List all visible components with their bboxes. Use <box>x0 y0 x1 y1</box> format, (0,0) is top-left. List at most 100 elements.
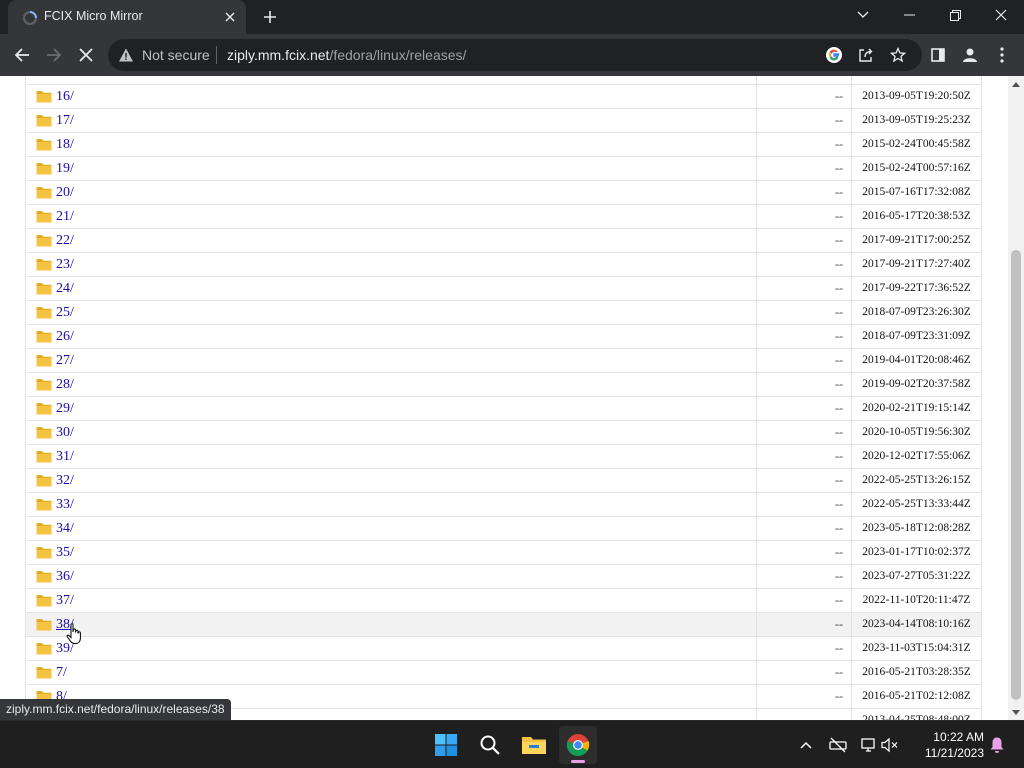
folder-icon <box>36 619 52 631</box>
name-cell: 39/ <box>25 636 757 661</box>
profile-icon[interactable] <box>956 41 984 69</box>
directory-link[interactable]: 33/ <box>56 497 74 512</box>
warning-icon[interactable] <box>118 47 134 63</box>
directory-link[interactable]: 31/ <box>56 449 74 464</box>
table-row: 30/ -- 2020-10-05T19:56:30Z <box>25 420 982 445</box>
table-row: 25/ -- 2018-07-09T23:26:30Z <box>25 300 982 325</box>
google-icon[interactable] <box>824 45 844 65</box>
folder-icon <box>36 187 52 199</box>
directory-link[interactable]: 29/ <box>56 401 74 416</box>
directory-link[interactable]: 16/ <box>56 89 74 104</box>
directory-link[interactable]: 26/ <box>56 329 74 344</box>
size-cell: -- <box>756 132 852 157</box>
omnibox-separator <box>216 46 217 64</box>
directory-link[interactable]: 7/ <box>56 665 67 680</box>
folder-icon <box>36 475 52 487</box>
directory-listing-body: 16/-- 2013-09-05T19:20:50Z 17/-- 2013-09-05… <box>25 76 982 720</box>
date-cell: 2023-07-27T05:31:22Z <box>851 564 982 589</box>
back-button[interactable] <box>8 41 36 69</box>
directory-link[interactable]: 34/ <box>56 521 74 536</box>
directory-link[interactable]: 19/ <box>56 161 74 176</box>
directory-link[interactable]: 23/ <box>56 257 74 272</box>
directory-link[interactable]: 21/ <box>56 209 74 224</box>
security-label[interactable]: Not secure <box>142 47 210 63</box>
name-cell: 23/ <box>25 252 757 277</box>
directory-link[interactable]: 30/ <box>56 425 74 440</box>
folder-icon <box>36 91 52 103</box>
tab-close-icon[interactable] <box>220 7 240 27</box>
size-cell: -- <box>756 204 852 229</box>
directory-link[interactable]: 20/ <box>56 185 74 200</box>
search-icon[interactable] <box>471 726 509 764</box>
speaker-muted-icon[interactable] <box>880 735 900 755</box>
stop-loading-button[interactable] <box>72 41 100 69</box>
directory-link[interactable]: 25/ <box>56 305 74 320</box>
tab-active[interactable]: FCIX Micro Mirror <box>8 0 246 34</box>
chevron-up-icon[interactable] <box>796 735 816 755</box>
table-row: 34/ -- 2023-05-18T12:08:28Z <box>25 516 982 541</box>
table-row: 32/ -- 2022-05-25T13:26:15Z <box>25 468 982 493</box>
directory-link[interactable]: 24/ <box>56 281 74 296</box>
close-window-button[interactable] <box>978 0 1024 30</box>
table-row: 24/ -- 2017-09-22T17:36:52Z <box>25 276 982 301</box>
directory-link[interactable]: 35/ <box>56 545 74 560</box>
date-cell: 2019-04-01T20:08:46Z <box>851 348 982 373</box>
size-cell: -- <box>756 708 852 720</box>
address-bar[interactable]: Not secure ziply.mm.fcix.net/fedora/linu… <box>108 39 922 71</box>
directory-link[interactable]: 28/ <box>56 377 74 392</box>
side-panel-icon[interactable] <box>924 41 952 69</box>
folder-icon <box>36 331 52 343</box>
share-icon[interactable] <box>856 45 876 65</box>
notification-bell-icon[interactable] <box>987 735 1007 755</box>
file-explorer-icon[interactable] <box>515 726 553 764</box>
new-tab-button[interactable] <box>258 6 282 28</box>
clock-date: 11/21/2023 <box>924 746 984 760</box>
date-cell: 2023-04-14T08:10:16Z <box>851 612 982 637</box>
folder-icon <box>36 595 52 607</box>
menu-kebab-icon[interactable] <box>988 41 1016 69</box>
directory-link[interactable]: 18/ <box>56 137 74 152</box>
url-text[interactable]: ziply.mm.fcix.net/fedora/linux/releases/ <box>227 47 466 63</box>
size-cell: -- <box>756 108 852 133</box>
directory-link[interactable]: 22/ <box>56 233 74 248</box>
restore-button[interactable] <box>932 0 978 30</box>
tab-search-chevron-icon[interactable] <box>840 0 886 30</box>
page-scrollbar[interactable] <box>1008 76 1024 720</box>
folder-icon <box>36 523 52 535</box>
offline-drive-icon[interactable] <box>828 735 848 755</box>
table-row: 18/ -- 2015-02-24T00:45:58Z <box>25 132 982 157</box>
size-cell: -- <box>756 420 852 445</box>
name-cell: 22/ <box>25 228 757 253</box>
directory-link[interactable]: 27/ <box>56 353 74 368</box>
size-cell: -- <box>756 612 852 637</box>
name-cell: 25/ <box>25 300 757 325</box>
date-cell: 2023-01-17T10:02:37Z <box>851 540 982 565</box>
name-cell: 35/ <box>25 540 757 565</box>
scroll-up-arrow-icon[interactable] <box>1008 76 1024 92</box>
mouse-pointer-hand-icon <box>66 623 81 644</box>
scrollbar-thumb[interactable] <box>1011 250 1021 700</box>
directory-link[interactable]: 37/ <box>56 593 74 608</box>
folder-icon <box>36 499 52 511</box>
url-path: /fedora/linux/releases/ <box>329 47 467 63</box>
table-row: 21/ -- 2016-05-17T20:38:53Z <box>25 204 982 229</box>
minimize-button[interactable] <box>886 0 932 30</box>
name-cell: 7/ <box>25 660 757 685</box>
table-row: 29/ -- 2020-02-21T19:15:14Z <box>25 396 982 421</box>
table-row: 22/ -- 2017-09-21T17:00:25Z <box>25 228 982 253</box>
folder-icon <box>36 403 52 415</box>
size-cell: -- <box>756 228 852 253</box>
directory-link[interactable]: 36/ <box>56 569 74 584</box>
forward-button[interactable] <box>40 41 68 69</box>
directory-link[interactable]: 32/ <box>56 473 74 488</box>
date-cell: 2013-09-05T19:20:50Z <box>851 84 982 109</box>
chrome-taskbar-icon[interactable] <box>559 726 597 764</box>
network-icon[interactable] <box>860 735 880 755</box>
directory-link[interactable]: 17/ <box>56 113 74 128</box>
scroll-down-arrow-icon[interactable] <box>1008 704 1024 720</box>
name-cell: 26/ <box>25 324 757 349</box>
start-button-icon[interactable] <box>427 726 465 764</box>
name-cell: 21/ <box>25 204 757 229</box>
bookmark-star-icon[interactable] <box>888 45 908 65</box>
system-clock[interactable]: 10:22 AM 11/21/2023 <box>908 729 984 761</box>
